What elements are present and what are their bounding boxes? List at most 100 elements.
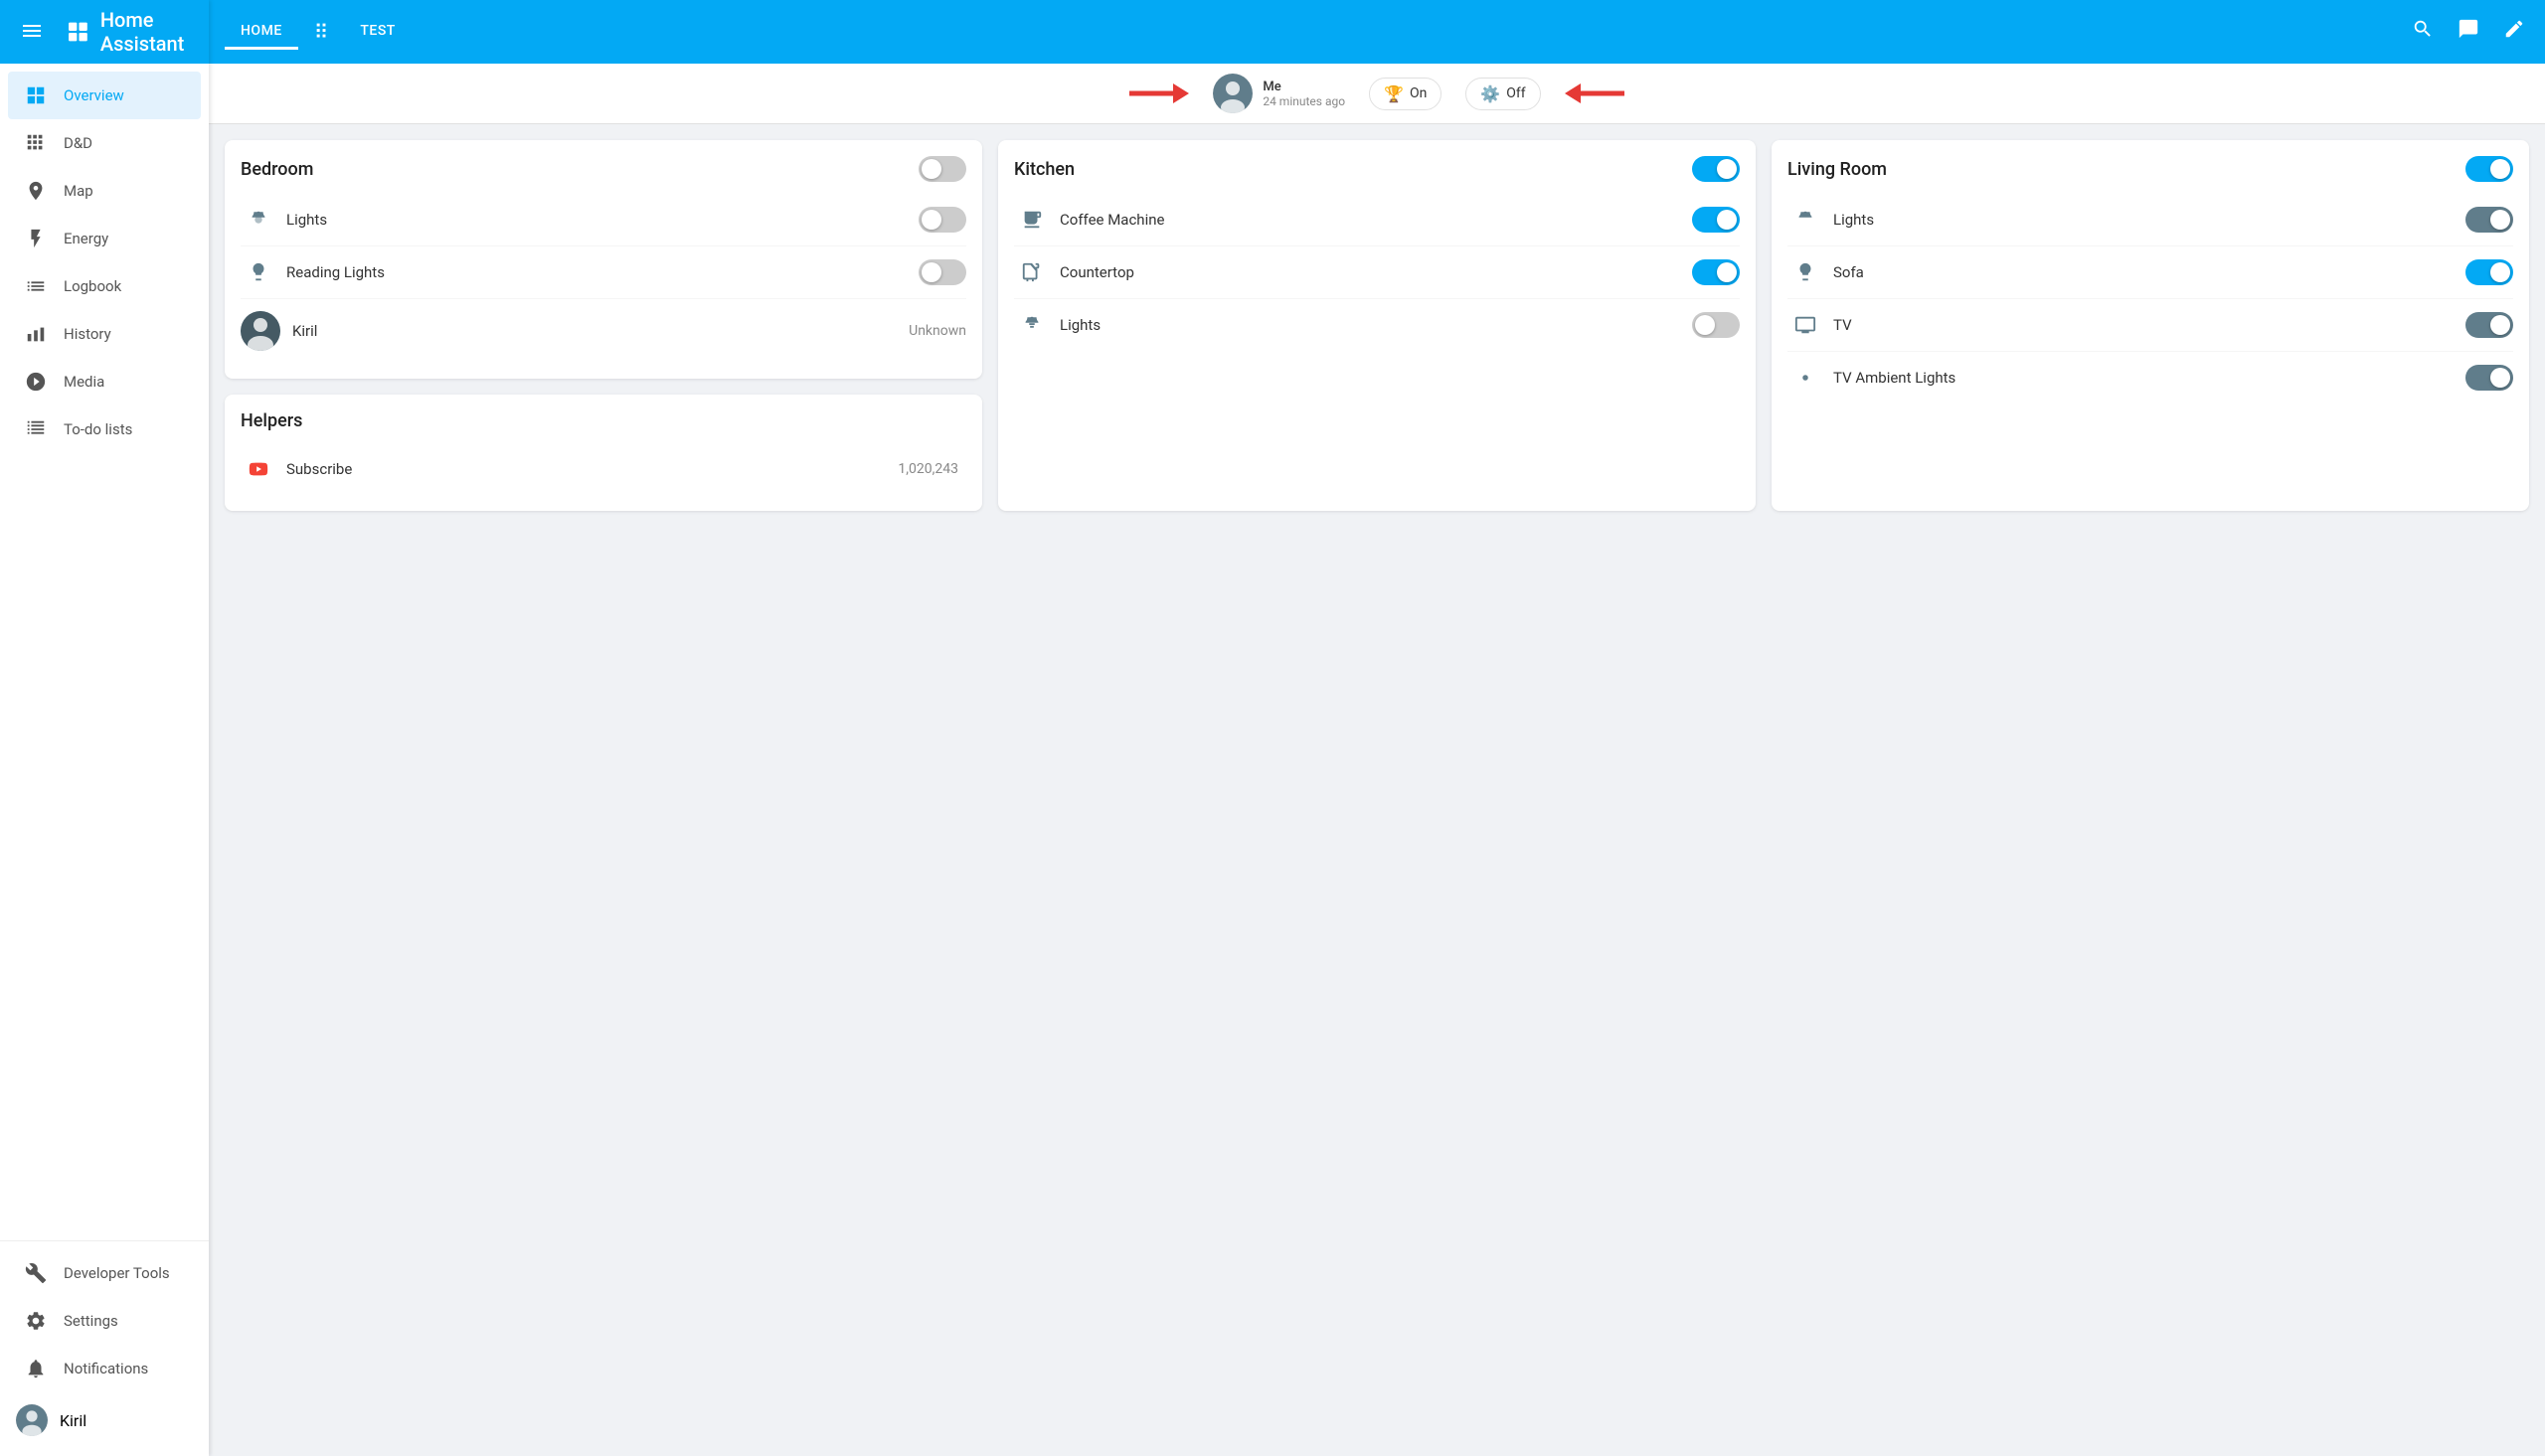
helpers-card-header: Helpers [241,410,966,431]
living-room-card: Living Room Lights [1772,140,2529,511]
sidebar-item-label: D&D [64,134,92,152]
lights-icon [241,202,276,238]
notification-user: Me 24 minutes ago [1213,74,1345,113]
bedroom-lights-row: Lights [241,194,966,246]
tab-home[interactable]: HOME [225,15,298,50]
tv-row: TV [1787,299,2513,352]
sidebar-item-settings[interactable]: Settings [8,1297,201,1345]
sidebar-item-devtools[interactable]: Developer Tools [8,1249,201,1297]
sidebar-item-label: Overview [64,86,124,104]
kitchen-card-header: Kitchen [1014,156,1740,182]
living-room-toggle[interactable] [2465,156,2513,182]
living-room-title: Living Room [1787,159,1887,180]
sidebar-item-label: Map [64,182,93,200]
sofa-toggle[interactable] [2465,259,2513,285]
dnd-icon [24,131,48,155]
countertop-toggle[interactable] [1692,259,1740,285]
sidebar-bottom: Developer Tools Settings Notifications [0,1240,209,1456]
subscribe-label: Subscribe [286,460,898,478]
bedroom-lights-label: Lights [286,211,919,229]
helpers-title: Helpers [241,410,302,431]
reading-lights-icon [241,254,276,290]
bell-icon [24,1357,48,1380]
bedroom-lights-toggle[interactable] [919,207,966,233]
kitchen-toggle[interactable] [1692,156,1740,182]
coffee-machine-row: Coffee Machine [1014,194,1740,246]
settings-icon [24,1309,48,1333]
sidebar-user[interactable]: Kiril [0,1392,209,1448]
notification-bar: Me 24 minutes ago 🏆 On ⚙️ Off [209,64,2545,124]
sidebar-item-todo[interactable]: To-do lists [8,405,201,453]
menu-button[interactable] [16,15,48,50]
sidebar-item-history[interactable]: History [8,310,201,358]
sidebar-item-logbook[interactable]: Logbook [8,262,201,310]
bedroom-card: Bedroom [225,140,982,379]
person-name: Kiril [292,322,897,340]
sidebar-item-label: Media [64,373,104,391]
content-area: Me 24 minutes ago 🏆 On ⚙️ Off [209,64,2545,1456]
devtools-icon [24,1261,48,1285]
kitchen-lights-row: Lights [1014,299,1740,351]
kitchen-lights-icon [1014,307,1050,343]
bedroom-toggle[interactable] [919,156,966,182]
overview-icon [24,83,48,107]
youtube-icon [241,451,276,487]
kitchen-lights-toggle[interactable] [1692,312,1740,338]
tv-icon [1787,307,1823,343]
helpers-card: Helpers Subscribe 1,020,243 [225,395,982,511]
lr-lights-toggle[interactable] [2465,207,2513,233]
off-label: Off [1506,85,1525,101]
main-content: HOME ⠿ TEST [209,0,2545,1456]
countertop-row: Countertop [1014,246,1740,299]
sidebar-item-label: Logbook [64,277,121,295]
sidebar-item-label: Settings [64,1312,118,1330]
lr-lights-label: Lights [1833,211,2465,229]
sidebar-item-label: History [64,325,111,343]
sidebar: Home Assistant Overview D&D Map [0,0,209,1456]
cards-area: Bedroom [209,124,2545,527]
tv-toggle[interactable] [2465,312,2513,338]
lr-lights-icon [1787,202,1823,238]
ha-logo [68,16,88,48]
topbar-actions [2408,14,2529,50]
edit-button[interactable] [2499,14,2529,50]
notification-time: 24 minutes ago [1263,94,1345,108]
sidebar-item-dnd[interactable]: D&D [8,119,201,167]
kitchen-lights-label: Lights [1060,316,1692,334]
media-icon [24,370,48,394]
subscribe-row: Subscribe 1,020,243 [241,443,966,495]
search-button[interactable] [2408,14,2438,50]
kiril-avatar [241,311,280,351]
sidebar-header: Home Assistant [0,0,209,64]
todo-icon [24,417,48,441]
history-icon [24,322,48,346]
kitchen-card: Kitchen Coffee Machine [998,140,1756,511]
sidebar-item-map[interactable]: Map [8,167,201,215]
sidebar-item-overview[interactable]: Overview [8,72,201,119]
notification-text: Me 24 minutes ago [1263,80,1345,108]
person-status: Unknown [909,323,966,339]
living-room-header: Living Room [1787,156,2513,182]
sidebar-item-energy[interactable]: Energy [8,215,201,262]
tab-test[interactable]: TEST [344,15,411,50]
notification-avatar [1213,74,1253,113]
user-name: Kiril [60,1411,86,1430]
sidebar-item-media[interactable]: Media [8,358,201,405]
sofa-label: Sofa [1833,263,2465,281]
bedroom-reading-toggle[interactable] [919,259,966,285]
subscribe-value: 1,020,243 [898,461,958,477]
map-icon [24,179,48,203]
apps-icon[interactable]: ⠿ [306,12,337,52]
tv-ambient-toggle[interactable] [2465,365,2513,391]
sofa-row: Sofa [1787,246,2513,299]
on-badge[interactable]: 🏆 On [1369,78,1442,110]
bulb-icon: 🏆 [1384,84,1404,103]
arrow-left-icon [1565,80,1624,107]
off-badge[interactable]: ⚙️ Off [1465,78,1540,110]
coffee-toggle[interactable] [1692,207,1740,233]
sofa-icon [1787,254,1823,290]
sidebar-item-notifications[interactable]: Notifications [8,1345,201,1392]
chat-button[interactable] [2454,14,2483,50]
ambient-icon [1787,360,1823,396]
sidebar-item-label: Developer Tools [64,1264,170,1282]
